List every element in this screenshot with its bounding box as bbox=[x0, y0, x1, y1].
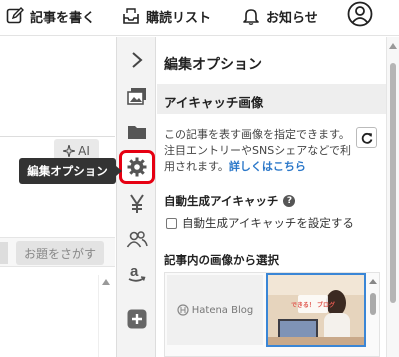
subscription-list-label: 購読リスト bbox=[146, 10, 212, 26]
notifications-label: お知らせ bbox=[266, 10, 318, 26]
eyecatch-section-header: アイキャッチ画像 bbox=[157, 84, 386, 114]
find-topic-button[interactable]: お題をさがす bbox=[16, 241, 104, 265]
topic-input-edge[interactable] bbox=[0, 242, 8, 264]
auto-eyecatch-heading-text: 自動生成アイキャッチ bbox=[164, 194, 279, 208]
edit-options-tooltip: 編集オプション bbox=[19, 158, 122, 184]
user-avatar-button[interactable] bbox=[347, 1, 379, 27]
edit-options-panel: 編集オプション アイキャッチ画像 この記事を表す画像を指定できます。注目エントリ… bbox=[157, 37, 386, 357]
image-picker-scrollbar[interactable] bbox=[368, 275, 378, 355]
select-from-article-heading: 記事内の画像から選択 bbox=[164, 253, 279, 267]
images-icon bbox=[127, 88, 146, 105]
hatena-blog-logo-text: Hatena Blog bbox=[191, 304, 254, 316]
inbox-icon bbox=[123, 8, 139, 24]
pencil-square-icon bbox=[6, 7, 24, 24]
rail-amazon-button[interactable]: a bbox=[121, 259, 153, 289]
picker-scroll-up-icon[interactable] bbox=[369, 279, 377, 284]
rail-users-button[interactable] bbox=[121, 224, 153, 254]
scroll-up-arrow-icon[interactable] bbox=[102, 279, 110, 285]
panel-scrollbar[interactable] bbox=[386, 37, 399, 357]
collapse-panel-button[interactable] bbox=[121, 45, 153, 75]
image-thumbnail-hatena-blog[interactable]: Hatena Blog bbox=[167, 275, 263, 345]
top-header: 記事を書く 購読リスト お知らせ bbox=[0, 0, 399, 36]
eyecatch-description: この記事を表す画像を指定できます。注目エントリーやSNSシェアなどで利用されます… bbox=[164, 127, 354, 175]
subscription-list-link[interactable]: 購読リスト bbox=[122, 6, 211, 26]
sparkle-icon bbox=[63, 145, 76, 157]
svg-text:a: a bbox=[130, 264, 139, 280]
rail-yen-button[interactable] bbox=[121, 189, 153, 219]
help-icon[interactable]: ? bbox=[283, 195, 296, 207]
panel-scroll-up-icon[interactable] bbox=[389, 43, 397, 49]
folder-icon bbox=[128, 126, 146, 139]
plus-icon bbox=[127, 309, 147, 329]
auto-eyecatch-checkbox-label: 自動生成アイキャッチを設定する bbox=[182, 216, 354, 230]
editor-area: AI お題をさがす bbox=[0, 37, 115, 357]
gear-icon bbox=[127, 157, 147, 177]
find-topic-label: お題をさがす bbox=[23, 246, 96, 261]
bell-icon bbox=[243, 9, 259, 25]
image-thumbnail-selected[interactable]: できる！ ブログ bbox=[266, 273, 366, 347]
hatena-blog-logo-icon bbox=[177, 304, 189, 316]
editor-side-rail: a bbox=[116, 37, 156, 357]
panel-scroll-thumb[interactable] bbox=[390, 63, 396, 303]
chevron-right-icon bbox=[132, 52, 143, 68]
yen-icon bbox=[130, 194, 144, 213]
write-article-label: 記事を書く bbox=[30, 10, 96, 26]
refresh-images-button[interactable] bbox=[356, 127, 377, 148]
details-link[interactable]: 詳しくはこちら bbox=[229, 160, 306, 173]
eyecatch-section-title: アイキャッチ画像 bbox=[164, 95, 264, 110]
topic-bar: お題をさがす bbox=[0, 237, 115, 267]
thumb-overlay-text: できる！ ブログ bbox=[291, 301, 335, 309]
write-article-link[interactable]: 記事を書く bbox=[6, 6, 95, 26]
refresh-icon bbox=[361, 132, 372, 144]
people-icon bbox=[126, 231, 148, 248]
auto-eyecatch-heading: 自動生成アイキャッチ ? bbox=[164, 193, 296, 209]
auto-eyecatch-checkbox[interactable] bbox=[166, 217, 177, 229]
notifications-link[interactable]: お知らせ bbox=[242, 6, 318, 26]
amazon-icon: a bbox=[128, 264, 146, 282]
rail-settings-button[interactable] bbox=[119, 150, 155, 184]
editor-divider bbox=[0, 136, 115, 137]
rail-add-button[interactable] bbox=[121, 304, 153, 334]
panel-title: 編集オプション bbox=[164, 57, 262, 73]
ai-assist-label: AI bbox=[78, 144, 90, 158]
picker-scroll-thumb[interactable] bbox=[370, 293, 376, 315]
article-image-picker: Hatena Blog できる！ ブログ bbox=[164, 272, 380, 357]
auto-eyecatch-checkbox-row[interactable]: 自動生成アイキャッチを設定する bbox=[166, 215, 354, 231]
editor-scrollbar[interactable] bbox=[98, 275, 112, 357]
rail-images-button[interactable] bbox=[121, 81, 153, 111]
blog-photo-image: できる！ ブログ bbox=[268, 275, 364, 345]
user-avatar-icon bbox=[347, 1, 373, 27]
tooltip-text: 編集オプション bbox=[27, 164, 108, 178]
rail-folder-button[interactable] bbox=[121, 117, 153, 147]
